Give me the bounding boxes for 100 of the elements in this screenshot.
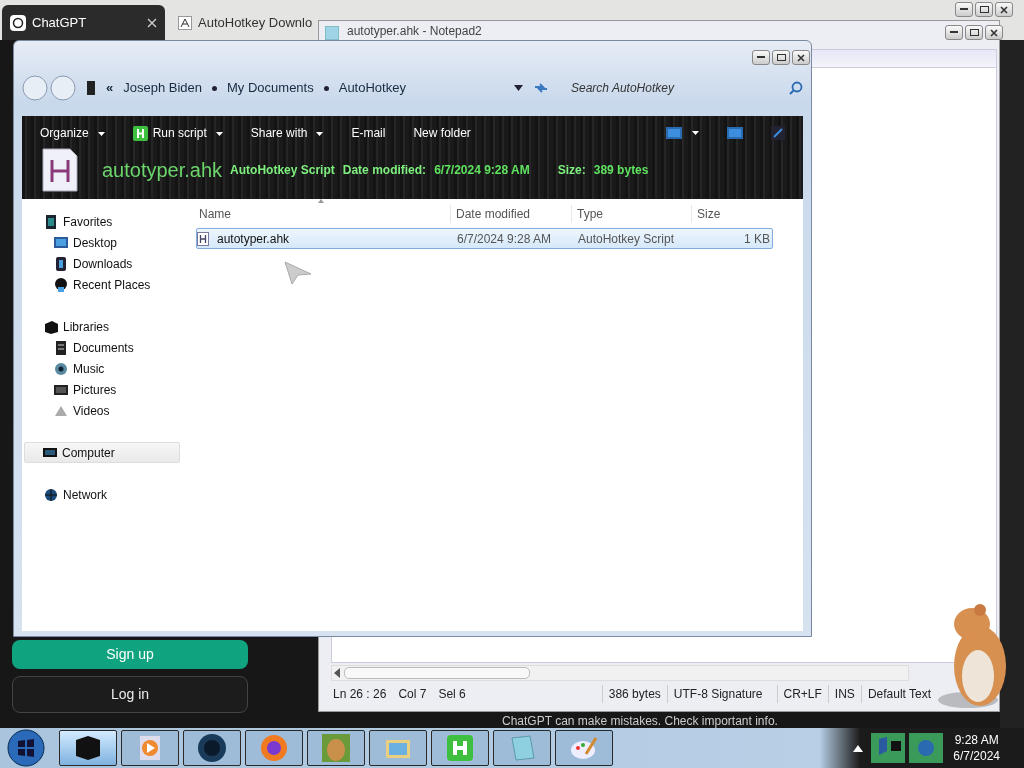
maximize-button[interactable]: [965, 25, 983, 40]
page-icon: [178, 15, 192, 30]
status-field: Ln 26 : 26: [327, 685, 393, 703]
close-icon[interactable]: [147, 17, 157, 28]
minimize-button[interactable]: [945, 25, 963, 40]
cursor-icon: [284, 261, 312, 285]
separator-dot: [323, 85, 329, 91]
caret-icon[interactable]: [692, 131, 699, 135]
browser-icon: [258, 732, 290, 764]
table-cell-text: AutoHotkey Script: [577, 230, 675, 248]
computer-icon: [43, 445, 57, 460]
taskbar-button[interactable]: [555, 730, 613, 766]
taskbar-button[interactable]: [121, 730, 179, 766]
sort-arrow-icon: [318, 199, 324, 203]
search-field[interactable]: Search AutoHotkey: [571, 79, 771, 97]
frame-icon: [54, 382, 68, 397]
minimize-icon: [757, 56, 765, 59]
window-title: autotyper.ahk - Notepad2: [347, 24, 482, 38]
script-icon: [132, 125, 148, 141]
browser-tab[interactable]: ChatGPT: [2, 5, 165, 40]
chat-logo-icon: [10, 14, 26, 31]
scroll-left-icon[interactable]: [334, 668, 340, 678]
breadcrumb-item[interactable]: AutoHotkey: [338, 78, 406, 98]
speaker-icon: [54, 361, 68, 376]
taskbar-button[interactable]: [431, 730, 489, 766]
browser-tab[interactable]: AutoHotkey Downlo: [170, 5, 316, 40]
clock[interactable]: 9:28 AM 6/7/2024: [953, 731, 1000, 765]
file-row[interactable]: autotyper.ahk 6/7/2024 9:28 AM AutoHotkey Script 1 KB: [196, 228, 773, 249]
minimize-icon: [960, 8, 968, 11]
network-icon[interactable]: [909, 733, 944, 763]
taskbar-button[interactable]: [59, 730, 117, 766]
sidebar-item[interactable]: Recent Places: [22, 274, 190, 295]
file-type: AutoHotkey Script: [230, 162, 335, 179]
toolbar-button[interactable]: Organize: [40, 124, 105, 142]
caret-icon: [316, 131, 324, 136]
dropdown-caret-icon[interactable]: [514, 85, 523, 91]
status-field: Sel 6: [432, 685, 472, 703]
toolbar-button[interactable]: Run script: [132, 124, 223, 142]
close-icon: [797, 53, 805, 62]
sidebar-item[interactable]: Libraries: [22, 316, 190, 337]
shield-icon[interactable]: [871, 733, 906, 763]
sidebar-item[interactable]: Downloads: [22, 253, 190, 274]
toolbar-button[interactable]: Share with: [250, 124, 324, 142]
sidebar-item[interactable]: Documents: [22, 337, 190, 358]
breadcrumb-item[interactable]: My Documents: [227, 78, 314, 98]
breadcrumb-chevron[interactable]: «: [106, 78, 114, 98]
taskbar-button[interactable]: [245, 730, 303, 766]
table-cell-text: 6/7/2024 9:28 AM: [456, 230, 552, 248]
breadcrumb-item[interactable]: Joseph Biden: [123, 78, 202, 98]
field-value: 389 bytes: [593, 162, 649, 179]
close-button[interactable]: [792, 50, 810, 65]
toolbar-button[interactable]: New folder: [413, 124, 471, 142]
sidebar-item[interactable]: Computer: [24, 442, 180, 463]
taskbar-button[interactable]: [307, 730, 365, 766]
start-button-icon[interactable]: [7, 729, 45, 767]
caret-icon: [97, 131, 105, 136]
close-button[interactable]: [995, 2, 1013, 17]
status-field: INS: [827, 685, 861, 703]
column-header[interactable]: Date modified: [450, 205, 571, 223]
table-cell-text: 1 KB: [743, 230, 770, 248]
field-label: Date modified:: [342, 162, 427, 179]
maximize-icon: [979, 6, 989, 13]
status-field: UTF-8 Signature: [666, 685, 777, 703]
refresh-icon[interactable]: [533, 81, 549, 95]
maximize-button[interactable]: [975, 2, 993, 17]
sidebar-item[interactable]: Desktop: [22, 232, 190, 253]
search-icon[interactable]: [789, 81, 803, 95]
minimize-button[interactable]: [752, 50, 770, 65]
log-in-button[interactable]: Log in: [12, 676, 248, 713]
column-header[interactable]: Name: [190, 205, 450, 223]
script-file-icon: [42, 148, 78, 192]
disclaimer-text: ChatGPT can make mistakes. Check important info.: [502, 713, 778, 730]
close-icon: [990, 28, 998, 37]
status-field: 386 bytes: [601, 685, 667, 703]
scrollbar-thumb[interactable]: [344, 667, 530, 679]
sidebar-item[interactable]: Pictures: [22, 379, 190, 400]
field-value: 6/7/2024 9:28 AM: [434, 162, 530, 179]
column-header[interactable]: Size: [691, 205, 769, 223]
toolbar-button[interactable]: E-mail: [351, 124, 386, 142]
maximize-button[interactable]: [772, 50, 790, 65]
column-header[interactable]: Type: [571, 205, 691, 223]
minimize-button[interactable]: [955, 2, 973, 17]
monitor-icon: [54, 235, 68, 250]
taskbar-button[interactable]: [369, 730, 427, 766]
minimize-icon: [950, 31, 958, 34]
status-field: Default Text: [860, 685, 938, 703]
file-name: autotyper.ahk: [102, 158, 223, 183]
maximize-icon: [776, 54, 786, 61]
status-field: Col 7: [392, 685, 433, 703]
sidebar-item[interactable]: Music: [22, 358, 190, 379]
device-icon: [54, 256, 68, 271]
show-hidden-icons-icon[interactable]: [853, 744, 864, 752]
sidebar-item[interactable]: Favorites: [22, 211, 190, 232]
field-label: Size:: [557, 162, 586, 179]
close-button[interactable]: [985, 25, 1003, 40]
horizontal-scrollbar[interactable]: [331, 665, 909, 681]
taskbar-button[interactable]: [493, 730, 551, 766]
sidebar-item[interactable]: Videos: [22, 400, 190, 421]
taskbar-button[interactable]: [183, 730, 241, 766]
sidebar-item[interactable]: Network: [22, 484, 190, 505]
